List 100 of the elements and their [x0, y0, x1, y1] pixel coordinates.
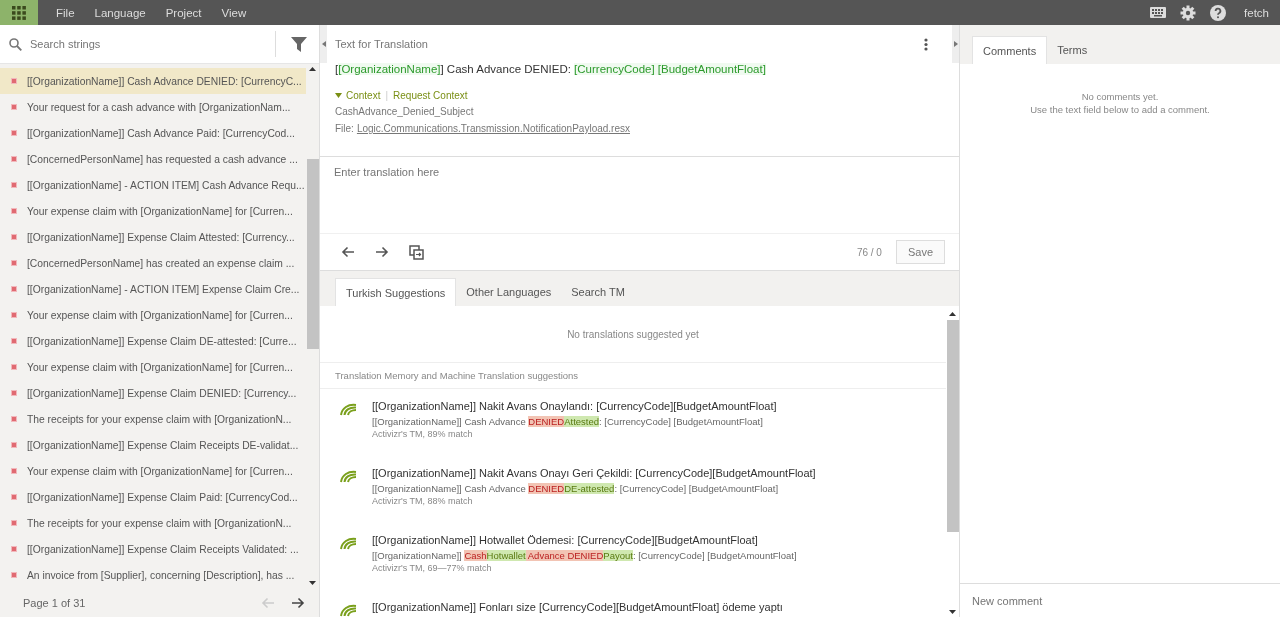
- string-row[interactable]: Your request for a cash advance with [OrganizationNam...: [0, 94, 306, 120]
- arcs-icon: [339, 403, 357, 417]
- suggestion-item[interactable]: [[OrganizationName]] Fonları size [CurrencyCode][BudgetAmountFloat] ödeme yaptı: [320, 590, 946, 617]
- tab[interactable]: Search TM: [561, 278, 635, 306]
- status-square-icon: [11, 182, 17, 188]
- string-row[interactable]: [[OrganizationName]] Expense Claim Receipts DE-validat...: [0, 432, 306, 458]
- status-square-icon: [11, 312, 17, 318]
- collapse-left-handle[interactable]: [320, 25, 327, 63]
- match-info: Activizr's TM, 89% match: [372, 429, 474, 439]
- string-row[interactable]: [[OrganizationName]] Cash Advance DENIED: [CurrencyC...: [0, 68, 306, 94]
- status-square-icon: [11, 78, 17, 84]
- caret-icon: [335, 92, 342, 98]
- status-square-icon: [11, 156, 17, 162]
- status-square-icon: [11, 520, 17, 526]
- status-square-icon: [11, 468, 17, 474]
- back-arrow-icon[interactable]: [341, 246, 355, 258]
- match-info: Activizr's TM, 88% match: [372, 496, 474, 506]
- string-row[interactable]: [ConcernedPersonName] has requested a cash advance ...: [0, 146, 306, 172]
- source-diff-text: [[OrganizationName]] CashHotwallet Advance DENIEDPayout: [CurrencyCode] [BudgetAmountFloat]: [372, 550, 797, 561]
- status-square-icon: [11, 364, 17, 370]
- match-info: Activizr's TM, 69—77% match: [372, 563, 493, 573]
- keyboard-icon[interactable]: [1150, 7, 1167, 18]
- file-label: File:: [335, 123, 354, 134]
- string-row[interactable]: Your expense claim with [OrganizationName] for [Curren...: [0, 302, 306, 328]
- status-square-icon: [11, 130, 17, 136]
- menu-item[interactable]: Project: [155, 6, 212, 19]
- help-icon[interactable]: [1210, 4, 1227, 21]
- status-square-icon: [11, 208, 17, 214]
- status-square-icon: [11, 234, 17, 240]
- status-square-icon: [11, 442, 17, 448]
- string-row[interactable]: [[OrganizationName]] Expense Claim DE-attested: [Curre...: [0, 328, 306, 354]
- save-button[interactable]: Save: [895, 240, 945, 264]
- string-row[interactable]: [[OrganizationName]] Expense Claim Paid: [CurrencyCod...: [0, 484, 306, 510]
- character-counter: 76 / 0: [856, 246, 882, 258]
- scrollbar[interactable]: [306, 64, 319, 588]
- apps-button[interactable]: [0, 0, 38, 25]
- string-row[interactable]: [[OrganizationName] - ACTION ITEM] Cash Advance Requ...: [0, 172, 306, 198]
- string-row[interactable]: An invoice from [Supplier], concerning [Description], has ...: [0, 562, 306, 588]
- forward-arrow-icon[interactable]: [375, 246, 389, 258]
- scroll-down-icon[interactable]: [309, 581, 316, 585]
- tab[interactable]: Turkish Suggestions: [335, 278, 457, 306]
- arcs-icon: [339, 604, 357, 617]
- suggestion-item[interactable]: [[OrganizationName]] Nakit Avans Onaylandı: [CurrencyCode][BudgetAmountFloat] [[OrganizationName]] Cash Advance DENIEDAttested: [CurrencyCode] [BudgetAmountFloat] Activizr's TM, 89% match: [320, 389, 946, 456]
- source-text: [[OrganizationName]] Cash Advance DENIED: [CurrencyCode] [BudgetAmountFloat]: [335, 63, 767, 77]
- status-square-icon: [11, 416, 17, 422]
- string-row[interactable]: The receipts for your expense claim with [OrganizationN...: [0, 510, 306, 536]
- status-square-icon: [11, 572, 17, 578]
- section-title: Text for Translation: [335, 38, 428, 50]
- search-icon: [9, 37, 22, 51]
- status-square-icon: [11, 260, 17, 266]
- triangle-right-icon: [953, 41, 958, 47]
- string-key: CashAdvance_Denied_Subject: [335, 103, 944, 120]
- context-toggle[interactable]: Context: [335, 89, 381, 101]
- string-row[interactable]: [[OrganizationName]] Expense Claim Attested: [Currency...: [0, 224, 306, 250]
- status-square-icon: [11, 338, 17, 344]
- arcs-icon: [339, 537, 357, 551]
- filter-icon[interactable]: [291, 36, 307, 52]
- menu-item[interactable]: Language: [84, 6, 156, 19]
- more-options-icon[interactable]: [924, 37, 928, 51]
- suggestion-text: [[OrganizationName]] Fonları size [CurrencyCode][BudgetAmountFloat] ödeme yaptı: [372, 601, 783, 613]
- status-square-icon: [11, 104, 17, 110]
- arcs-icon: [339, 470, 357, 484]
- string-row[interactable]: Your expense claim with [OrganizationName] for [Curren...: [0, 354, 306, 380]
- empty-message: No translations suggested yet: [320, 306, 946, 363]
- copy-source-icon[interactable]: [409, 244, 424, 260]
- suggestion-text: [[OrganizationName]] Nakit Avans Onayı Geri Çekildi: [CurrencyCode][BudgetAmountFloat]: [372, 467, 816, 479]
- next-page-arrow-icon[interactable]: [291, 596, 305, 609]
- tab[interactable]: Terms: [1047, 36, 1098, 64]
- settings-icon[interactable]: [1180, 4, 1197, 21]
- string-row[interactable]: [[OrganizationName]] Expense Claim Receipts Validated: ...: [0, 536, 306, 562]
- string-row[interactable]: [[OrganizationName] - ACTION ITEM] Expense Claim Cre...: [0, 276, 306, 302]
- tab[interactable]: Comments: [972, 36, 1048, 64]
- status-square-icon: [11, 390, 17, 396]
- status-square-icon: [11, 494, 17, 500]
- source-diff-text: [[OrganizationName]] Cash Advance DENIEDAttested: [CurrencyCode] [BudgetAmountFloat]: [372, 416, 764, 427]
- menu-item[interactable]: File: [46, 6, 85, 19]
- source-diff-text: [[OrganizationName]] Cash Advance DENIEDDE-attested: [CurrencyCode] [BudgetAmountFloat]: [372, 483, 780, 494]
- suggestion-text: [[OrganizationName]] Hotwallet Ödemesi: [CurrencyCode][BudgetAmountFloat]: [372, 534, 759, 546]
- triangle-left-icon: [321, 41, 326, 47]
- tab[interactable]: Other Languages: [456, 278, 562, 306]
- string-row[interactable]: Your expense claim with [OrganizationName] for [Curren...: [0, 198, 306, 224]
- suggestion-item[interactable]: [[OrganizationName]] Hotwallet Ödemesi: [CurrencyCode][BudgetAmountFloat] [[OrganizationName]] CashHotwallet Advance DENIEDPayout: [CurrencyCode] [BudgetAmountFloat] Activizr's TM, 69—77% match: [320, 523, 946, 590]
- suggestion-item[interactable]: [[OrganizationName]] Nakit Avans Onayı Geri Çekildi: [CurrencyCode][BudgetAmountFloat] [[OrganizationName]] Cash Advance DENIEDDE-attested: [CurrencyCode] [BudgetAmountFloat] Activizr's TM, 88% match: [320, 456, 946, 523]
- user-name[interactable]: fetch: [1244, 6, 1269, 19]
- scroll-up-icon[interactable]: [309, 67, 316, 71]
- scroll-up-icon[interactable]: [949, 312, 956, 316]
- empty-message: No comments yet.: [1081, 90, 1159, 103]
- status-square-icon: [11, 546, 17, 552]
- string-row[interactable]: The receipts for your expense claim with [OrganizationN...: [0, 406, 306, 432]
- string-row[interactable]: [[OrganizationName]] Expense Claim DENIED: [Currency...: [0, 380, 306, 406]
- string-row[interactable]: Your expense claim with [OrganizationName] for [Curren...: [0, 458, 306, 484]
- scroll-down-icon[interactable]: [949, 610, 956, 614]
- string-row[interactable]: [ConcernedPersonName] has created an expense claim ...: [0, 250, 306, 276]
- grid-icon: [12, 5, 26, 20]
- request-context-link[interactable]: Request Context: [393, 89, 468, 101]
- menu-item[interactable]: View: [211, 6, 257, 19]
- suggestion-text: [[OrganizationName]] Nakit Avans Onaylandı: [CurrencyCode][BudgetAmountFloat]: [372, 400, 777, 412]
- collapse-right-handle[interactable]: [952, 25, 959, 63]
- string-row[interactable]: [[OrganizationName]] Cash Advance Paid: [CurrencyCod...: [0, 120, 306, 146]
- file-link[interactable]: Logic.Communications.Transmission.NotificationPayload.resx: [356, 123, 630, 134]
